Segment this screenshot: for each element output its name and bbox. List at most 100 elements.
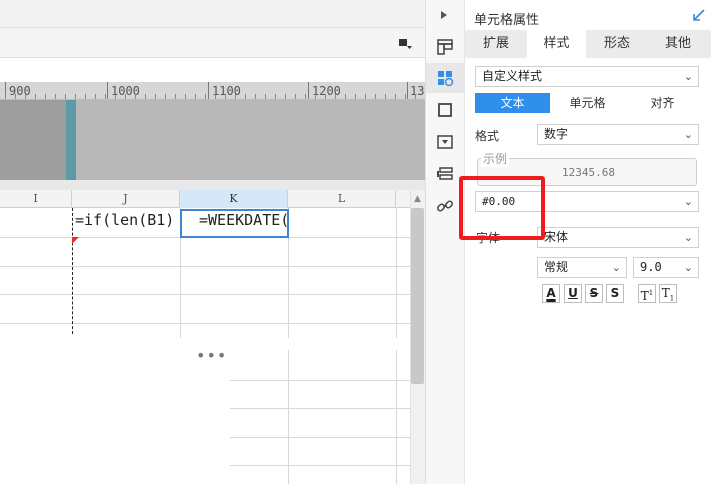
chevron-down-icon: ⌄ <box>683 231 693 244</box>
cell-properties-icon[interactable] <box>436 69 454 87</box>
layout-icon[interactable] <box>436 38 454 56</box>
page-break-marker[interactable] <box>66 100 76 180</box>
ruler-tick <box>85 94 86 99</box>
ruler-tick <box>105 94 106 99</box>
subscript-label: T <box>661 286 670 300</box>
ruler-tick <box>45 94 46 99</box>
tab-expand[interactable]: 扩展 <box>468 30 524 58</box>
superscript-label: T <box>640 289 649 303</box>
subtab-text[interactable]: 文本 <box>475 93 550 113</box>
underline-button[interactable]: U <box>564 284 582 303</box>
ruler-tick <box>205 94 206 99</box>
ruler-tick <box>295 94 296 99</box>
comment-indicator-icon <box>72 237 79 244</box>
font-select-value: 宋体 <box>544 230 569 244</box>
style-select-value: 自定义样式 <box>482 69 543 83</box>
column-header-i[interactable]: I <box>0 190 72 208</box>
superscript-button[interactable]: T1 <box>638 284 656 303</box>
example-value: 12345.68 <box>562 166 615 179</box>
ruler-tick <box>375 94 376 99</box>
shadow-button[interactable]: S <box>606 284 624 303</box>
ruler-tick <box>365 94 366 99</box>
page-preview-left <box>0 100 66 180</box>
ruler-tick <box>65 94 66 99</box>
ruler-tick <box>275 94 276 99</box>
ruler-label: 1100 <box>212 84 241 98</box>
selected-cell-outline <box>180 209 289 238</box>
dock-arrow-icon[interactable] <box>692 8 706 26</box>
subtab-align[interactable]: 对齐 <box>625 93 700 113</box>
tab-style[interactable]: 样式 <box>527 30 586 58</box>
ruler-tick <box>5 94 6 99</box>
tab-form[interactable]: 形态 <box>589 30 645 58</box>
cell-j1[interactable]: =if(len(B1) <box>75 211 174 229</box>
separator <box>0 180 425 190</box>
border-icon[interactable] <box>436 101 454 119</box>
chevron-down-icon: ⌄ <box>611 261 621 274</box>
lower-cell-grid <box>230 350 410 484</box>
scroll-up-icon[interactable]: ▲ <box>410 192 425 206</box>
collapse-icon[interactable] <box>398 37 414 51</box>
font-select[interactable]: 宋体 ⌄ <box>537 227 699 248</box>
chevron-down-icon: ⌄ <box>683 261 693 274</box>
ruler-tick <box>195 94 196 99</box>
panel-title: 单元格属性 <box>474 13 540 28</box>
ruler-label: 900 <box>9 84 31 98</box>
ruler-tick <box>355 94 356 99</box>
page-break-line <box>72 208 73 334</box>
ruler-tick <box>15 94 16 99</box>
ruler-tick <box>35 94 36 99</box>
ruler-tick <box>225 94 226 99</box>
highlight-annotation-box <box>459 176 545 240</box>
strikethrough-button[interactable]: S <box>585 284 603 303</box>
font-size-value: 9.0 <box>640 260 662 274</box>
ruler-tick <box>265 94 266 99</box>
horizontal-ruler: 900 1000 1100 1200 130 <box>0 82 425 100</box>
ruler-tick <box>165 94 166 99</box>
ruler-tick <box>75 94 76 99</box>
ruler-tick <box>235 94 236 99</box>
style-select[interactable]: 自定义样式 ⌄ <box>475 66 699 87</box>
chevron-down-icon: ⌄ <box>683 128 693 141</box>
subtab-cell[interactable]: 单元格 <box>550 93 625 113</box>
top-toolbar <box>0 0 425 28</box>
scrollbar-thumb[interactable] <box>411 208 424 384</box>
column-header-bar: I J K L <box>0 190 410 208</box>
column-header-j[interactable]: J <box>72 190 180 208</box>
secondary-toolbar <box>0 28 425 58</box>
example-legend: 示例 <box>481 150 510 167</box>
tab-other[interactable]: 其他 <box>648 30 708 58</box>
subscript-button[interactable]: T1 <box>659 284 677 303</box>
ruler-tick <box>305 94 306 99</box>
ruler-tick <box>405 94 406 99</box>
ruler-tick <box>135 94 136 99</box>
format-label: 格式 <box>475 129 500 143</box>
chevron-down-icon: ⌄ <box>683 195 693 208</box>
ruler-tick <box>315 94 316 99</box>
more-icon[interactable]: ••• <box>196 346 227 365</box>
column-header-k[interactable]: K <box>180 190 288 208</box>
widget-icon[interactable] <box>436 133 454 151</box>
ruler-tick <box>335 94 336 99</box>
format-select[interactable]: 数字 ⌄ <box>537 124 699 145</box>
link-icon[interactable] <box>436 197 454 215</box>
expand-panel-icon[interactable] <box>440 9 448 23</box>
chevron-down-icon: ⌄ <box>683 70 693 83</box>
ruler-tick <box>175 94 176 99</box>
font-style-select[interactable]: 常规 ⌄ <box>537 257 627 278</box>
ruler-tick <box>215 94 216 99</box>
ruler-tick <box>415 94 416 99</box>
column-header-l[interactable]: L <box>288 190 396 208</box>
font-color-button[interactable]: A <box>542 284 560 303</box>
condition-icon[interactable] <box>436 165 454 183</box>
ruler-tick <box>55 94 56 99</box>
ruler-tick <box>385 94 386 99</box>
font-size-select[interactable]: 9.0 ⌄ <box>633 257 699 278</box>
ruler-tick <box>115 94 116 99</box>
ruler-tick <box>325 94 326 99</box>
ruler-tick <box>255 94 256 99</box>
font-style-value: 常规 <box>544 260 569 274</box>
ruler-tick <box>185 94 186 99</box>
ruler-label: 1200 <box>312 84 341 98</box>
ruler-tick <box>245 94 246 99</box>
